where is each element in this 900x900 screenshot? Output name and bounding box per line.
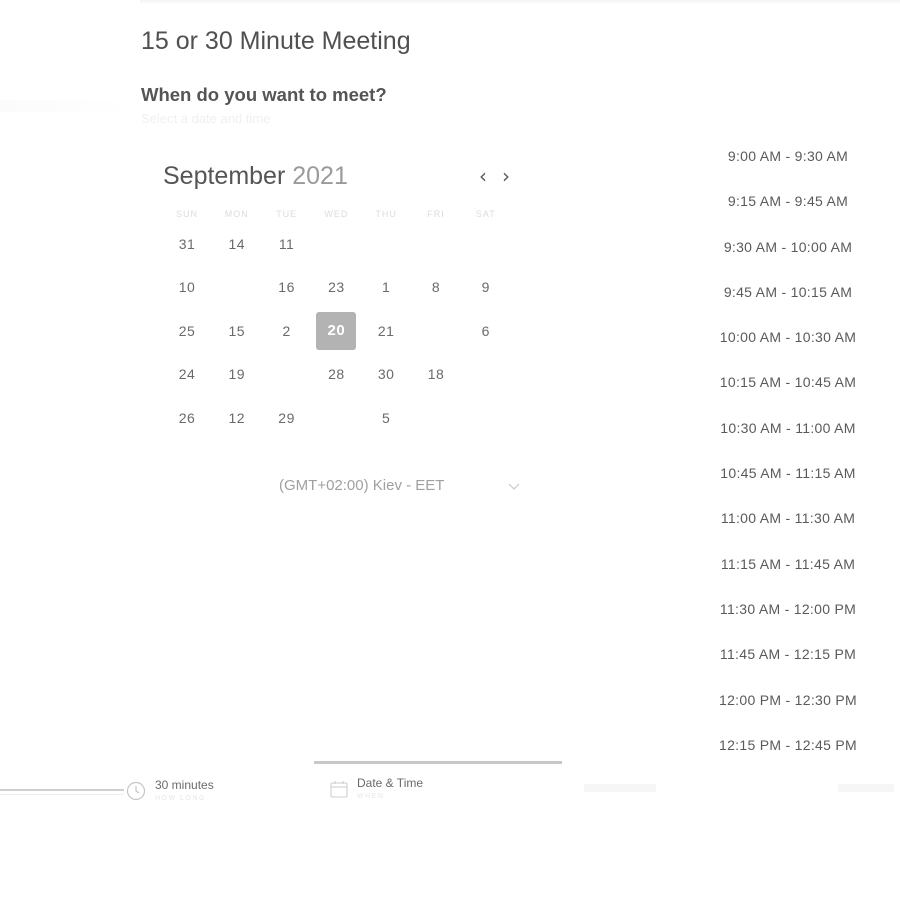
meeting-title: 15 or 30 Minute Meeting — [141, 27, 411, 55]
top-divider — [140, 0, 900, 4]
weekday-label: SAT — [475, 209, 496, 219]
calendar-day[interactable]: 24 — [167, 355, 207, 393]
weekday-label: FRI — [427, 209, 445, 219]
active-step-indicator — [314, 761, 562, 764]
time-slot[interactable]: 11:00 AM - 11:30 AM — [708, 496, 868, 541]
clock-icon — [126, 781, 146, 801]
next-month-button[interactable]: › — [497, 164, 515, 188]
calendar-day — [316, 399, 356, 437]
calendar-day — [416, 399, 456, 437]
calendar-day[interactable]: 25 — [167, 312, 207, 350]
calendar-day — [416, 312, 456, 350]
calendar-month: September — [163, 162, 286, 190]
time-slot[interactable]: 9:30 AM - 10:00 AM — [708, 225, 868, 270]
time-slot[interactable]: 12:15 PM - 12:45 PM — [708, 723, 868, 768]
calendar-day[interactable]: 31 — [167, 225, 207, 263]
step-progress-line — [0, 787, 136, 795]
calendar-day — [416, 225, 456, 263]
time-slot[interactable]: 12:00 PM - 12:30 PM — [708, 678, 868, 723]
calendar-day[interactable]: 23 — [316, 268, 356, 306]
calendar-day — [316, 225, 356, 263]
calendar-day[interactable]: 8 — [416, 268, 456, 306]
calendar-day — [267, 355, 307, 393]
calendar-day — [366, 225, 406, 263]
calendar-day[interactable]: 18 — [416, 355, 456, 393]
calendar-day[interactable]: 19 — [217, 355, 257, 393]
calendar-day[interactable]: 11 — [267, 225, 307, 263]
weekday-label: TUE — [276, 209, 298, 219]
time-slot[interactable]: 10:00 AM - 10:30 AM — [708, 315, 868, 360]
calendar-day[interactable]: 9 — [466, 268, 506, 306]
faded-step — [838, 784, 894, 792]
time-slot[interactable]: 11:15 AM - 11:45 AM — [708, 542, 868, 587]
calendar-day[interactable]: 26 — [167, 399, 207, 437]
calendar-day — [466, 225, 506, 263]
chevron-right-icon: › — [502, 164, 510, 188]
timezone-select[interactable]: (GMT+02:00) Kiev - EET — [279, 477, 444, 494]
weekday-label: MON — [224, 209, 249, 219]
progress-line — [0, 789, 124, 791]
calendar-day-selected[interactable]: 20 — [316, 311, 357, 350]
calendar-day[interactable]: 28 — [316, 355, 356, 393]
scheduling-page: 15 or 30 Minute Meeting When do you want… — [0, 0, 900, 900]
time-slot[interactable]: 9:00 AM - 9:30 AM — [708, 134, 868, 179]
datetime-step-label[interactable]: Date & Time — [357, 776, 423, 790]
calendar-icon — [330, 781, 348, 798]
time-slot[interactable]: 10:45 AM - 11:15 AM — [708, 451, 868, 496]
chevron-down-icon[interactable] — [505, 480, 523, 494]
duration-step-label[interactable]: 30 minutes — [155, 778, 214, 792]
time-slot-list: 9:00 AM - 9:30 AM 9:15 AM - 9:45 AM 9:30 A… — [708, 134, 868, 768]
chevron-left-icon: ‹ — [479, 164, 487, 188]
time-slot[interactable]: 11:30 AM - 12:00 PM — [708, 587, 868, 632]
time-slot[interactable]: 11:45 AM - 12:15 PM — [708, 632, 868, 677]
calendar-day[interactable]: 5 — [366, 399, 406, 437]
calendar-day[interactable]: 2 — [267, 312, 307, 350]
duration-step-sub: HOW LONG — [155, 795, 206, 802]
progress-line-shadow — [0, 794, 124, 795]
calendar-day[interactable]: 15 — [217, 312, 257, 350]
weekday-label: THU — [375, 209, 397, 219]
calendar-day[interactable]: 12 — [217, 399, 257, 437]
calendar-day[interactable]: 29 — [267, 399, 307, 437]
time-slot[interactable]: 9:45 AM - 10:15 AM — [708, 270, 868, 315]
calendar-month-year: September 2021 — [163, 162, 348, 191]
calendar-day[interactable]: 1 — [366, 268, 406, 306]
time-slot[interactable]: 9:15 AM - 9:45 AM — [708, 179, 868, 224]
calendar-day — [217, 268, 257, 306]
calendar-day — [466, 355, 506, 393]
calendar-day — [466, 399, 506, 437]
faded-step — [584, 784, 656, 792]
date-question-subtitle: Select a date and time — [141, 111, 271, 126]
calendar-year: 2021 — [292, 162, 348, 190]
weekday-label: WED — [324, 209, 349, 219]
calendar-day[interactable]: 6 — [466, 312, 506, 350]
time-slot[interactable]: 10:15 AM - 10:45 AM — [708, 360, 868, 405]
calendar-day[interactable]: 30 — [366, 355, 406, 393]
calendar-day[interactable]: 14 — [217, 225, 257, 263]
date-question-heading: When do you want to meet? — [141, 84, 387, 105]
calendar-day[interactable]: 16 — [267, 268, 307, 306]
previous-month-button[interactable]: ‹ — [474, 164, 492, 188]
calendar-day[interactable]: 21 — [366, 312, 406, 350]
weekday-label: SUN — [175, 209, 198, 219]
datetime-step-sub: WHEN — [357, 793, 385, 800]
time-slot[interactable]: 10:30 AM - 11:00 AM — [708, 406, 868, 451]
left-faded-element — [0, 100, 130, 112]
calendar-day[interactable]: 10 — [167, 268, 207, 306]
